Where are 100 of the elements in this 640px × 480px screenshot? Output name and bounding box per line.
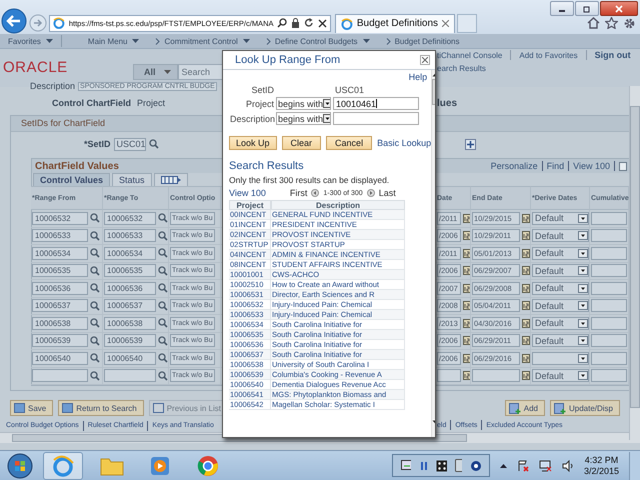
range-from-field[interactable]: 10006539 [32,334,88,348]
cumulative-field[interactable] [591,352,627,365]
cumulative-field[interactable] [591,212,627,225]
target-icon[interactable] [470,460,481,472]
calendar-icon[interactable] [462,301,470,310]
breadcrumb-link[interactable]: Commitment Control [164,36,250,46]
range-from-field[interactable]: 10006538 [32,316,88,330]
toolbar-button[interactable]: Save [10,400,54,416]
range-from-field[interactable]: 10006535 [32,264,88,278]
cumulative-field[interactable] [591,264,627,278]
cumulative-field[interactable] [591,246,627,260]
help-link[interactable]: Help [408,72,428,82]
cumulative-field[interactable] [591,299,627,312]
browser-taskbar-icon[interactable] [43,452,83,480]
view-all-link[interactable]: View 100 [229,188,266,198]
derive-dates-dropdown[interactable]: Default [532,246,589,260]
range-to-field[interactable]: 10006540 [104,352,156,365]
forward-button[interactable] [29,14,47,32]
close-button[interactable] [600,1,638,16]
end-date-field[interactable] [472,369,520,382]
calendar-icon[interactable] [462,248,470,258]
begin-date-field[interactable] [437,369,461,382]
add-row-button[interactable] [464,138,476,150]
calendar-icon[interactable] [462,371,470,380]
operator-dropdown[interactable]: begins with [276,97,331,110]
home-icon[interactable] [587,16,600,28]
calendar-icon[interactable] [462,318,470,328]
calendar-icon[interactable] [522,318,530,328]
range-from-field[interactable]: 10006540 [32,352,88,365]
breadcrumb-link[interactable]: Budget Definitions [394,36,460,46]
star-icon[interactable] [605,16,618,28]
browser-tab[interactable]: Budget Definitions [335,14,455,32]
calendar-icon[interactable] [462,231,470,240]
minimize-button[interactable] [550,1,574,16]
close-button[interactable] [420,55,430,65]
dice-icon[interactable] [436,460,447,472]
cumulative-field[interactable] [591,334,627,348]
calendar-icon[interactable] [462,336,470,346]
grid-link[interactable]: Find [546,161,564,171]
start-button[interactable] [7,452,33,478]
calendar-icon[interactable] [522,266,530,276]
range-to-field[interactable]: 10006535 [104,264,156,278]
calendar-icon[interactable] [522,231,530,240]
derive-dates-dropdown[interactable]: Default [532,316,589,330]
basic-lookup-link[interactable]: Basic Lookup [377,138,432,148]
derive-dates-dropdown[interactable]: Default [532,299,589,312]
range-from-field[interactable]: 10006537 [32,299,88,312]
dialog-button[interactable]: Clear [282,136,322,150]
calendar-icon[interactable] [462,284,470,293]
calendar-icon[interactable] [522,336,530,346]
criteria-field[interactable]: 10010461 [333,97,419,110]
derive-dates-dropdown[interactable]: Default [532,334,589,348]
range-to-field[interactable] [104,369,156,382]
tablet-icon[interactable] [454,459,462,472]
toolbar-button[interactable]: Update/Disp [550,400,620,416]
next-button[interactable] [366,189,375,197]
cumulative-field[interactable] [591,282,627,295]
derive-dates-dropdown[interactable]: Default [532,229,589,242]
range-to-field[interactable]: 10006536 [104,282,156,295]
calendar-icon[interactable] [462,266,470,276]
header-link[interactable]: Sign out [594,50,631,60]
search-scope-dropdown[interactable]: All [133,64,178,80]
refresh-icon[interactable] [304,18,314,28]
derive-dates-dropdown[interactable]: Default [532,282,589,295]
toolbar-button[interactable]: Add [504,400,545,416]
range-from-field[interactable]: 10006533 [32,229,88,242]
show-all-columns-button[interactable] [154,173,188,186]
derive-dates-dropdown[interactable]: Default [532,212,589,225]
network-icon[interactable] [538,460,552,472]
restore-button[interactable] [575,1,599,16]
monitor-icon[interactable] [400,460,412,472]
calendar-icon[interactable] [522,371,530,380]
header-link[interactable]: Add to Favorites [519,50,578,60]
criteria-field[interactable] [333,112,419,125]
grid-link[interactable]: View 100 [573,161,610,171]
back-button[interactable] [1,8,27,34]
calendar-icon[interactable] [522,214,530,223]
calendar-icon[interactable] [462,354,470,363]
cumulative-field[interactable] [591,316,627,330]
derive-dates-dropdown[interactable]: Default [532,264,589,278]
toolbar-button[interactable]: Return to Search [58,400,144,416]
calendar-icon[interactable] [522,354,530,363]
operator-dropdown[interactable]: begins with [276,112,331,125]
range-to-field[interactable]: 10006534 [104,246,156,260]
flag-icon[interactable] [516,460,529,472]
range-to-field[interactable]: 10006533 [104,229,156,242]
derive-dates-dropdown[interactable] [532,352,589,365]
dialog-button[interactable]: Cancel [326,136,372,150]
dialog-button[interactable]: Look Up [229,136,277,150]
download-icon[interactable] [619,162,627,170]
pause-icon[interactable] [419,460,428,472]
volume-icon[interactable] [562,460,574,472]
header-link[interactable]: tiChannel Console [437,50,502,60]
breadcrumb-link[interactable]: Favorites [8,36,53,46]
calendar-icon[interactable] [462,214,470,223]
derive-dates-dropdown[interactable]: Default [532,369,589,382]
setid-field[interactable]: USC01 [114,138,146,150]
search-icon[interactable] [277,18,288,28]
calendar-icon[interactable] [522,248,530,258]
lock-icon[interactable] [291,18,300,28]
